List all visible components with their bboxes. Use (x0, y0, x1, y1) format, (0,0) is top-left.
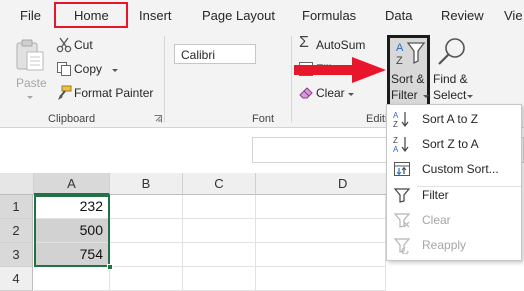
dialog-launcher-icon[interactable] (154, 115, 162, 123)
tab-insert[interactable]: Insert (139, 8, 172, 23)
scissors-icon (56, 37, 72, 53)
svg-text:A: A (393, 145, 399, 153)
menu-item-custom-sort[interactable]: Custom Sort... (387, 157, 521, 181)
cut-button[interactable]: Cut (54, 36, 114, 54)
paste-icon (16, 39, 44, 71)
menu-item-reapply: Reapply (387, 233, 521, 257)
clear-dropdown-icon (348, 93, 354, 96)
clear-label: Clear (316, 86, 345, 100)
column-header-a[interactable]: A (34, 173, 110, 195)
format-painter-button[interactable]: Format Painter (54, 84, 158, 102)
row-header-2[interactable]: 2 (0, 219, 33, 243)
eraser-icon (299, 87, 313, 99)
font-name-combobox[interactable]: Calibri (174, 44, 256, 64)
cell-c2[interactable] (183, 219, 256, 243)
row-header-1[interactable]: 1 (0, 195, 33, 219)
menu-item-label: Reapply (422, 238, 467, 252)
sort-filter-icon: A Z (396, 42, 426, 67)
filter-icon (393, 188, 411, 203)
format-painter-label: Format Painter (74, 86, 154, 100)
menu-bar: File Home Insert Page Layout Formulas Da… (0, 0, 524, 30)
cut-label: Cut (74, 38, 93, 52)
svg-text:Z: Z (393, 120, 398, 128)
cell-b2[interactable] (110, 219, 183, 243)
fill-handle[interactable] (107, 264, 113, 270)
menu-item-label: Sort A to Z (422, 112, 479, 126)
row-header-3[interactable]: 3 (0, 243, 33, 267)
cell-d3[interactable] (256, 243, 386, 267)
sort-z-to-a-icon: Z A (393, 136, 409, 153)
copy-dropdown-icon[interactable] (112, 69, 118, 72)
cell-b4[interactable] (110, 267, 183, 291)
sort-a-to-z-icon: A Z (393, 111, 409, 128)
cell-d2[interactable] (256, 219, 386, 243)
editing-group-label: Editi (366, 113, 388, 125)
copy-label: Copy (74, 62, 103, 76)
group-separator (164, 36, 165, 122)
tab-page-layout[interactable]: Page Layout (202, 8, 275, 23)
sort-filter-label-line1: Sort & (391, 72, 425, 86)
clear-button[interactable]: Clear (296, 84, 356, 102)
menu-item-label: Sort Z to A (422, 137, 479, 151)
reapply-icon (393, 238, 411, 254)
menu-item-clear: Clear (387, 208, 521, 232)
tab-formulas[interactable]: Formulas (302, 8, 356, 23)
paste-dropdown-icon (27, 96, 33, 99)
clear-filter-icon (393, 213, 411, 228)
custom-sort-icon (394, 162, 410, 176)
sort-filter-label-line2: Filter (391, 88, 418, 102)
find-select-label-line1: Find & (433, 72, 468, 86)
menu-item-label: Custom Sort... (422, 162, 499, 176)
cell-b3[interactable] (110, 243, 183, 267)
sort-filter-dropdown-icon (423, 95, 429, 98)
sigma-icon: Σ (299, 34, 309, 51)
menu-item-sort-a-to-z[interactable]: A Z Sort A to Z (387, 107, 521, 131)
cell-b1[interactable] (110, 195, 183, 219)
svg-text:Z: Z (396, 55, 403, 67)
column-header-b[interactable]: B (110, 173, 183, 195)
autosum-label: AutoSum (316, 38, 366, 52)
paste-label: Paste (16, 76, 47, 90)
magnifier-icon (438, 38, 465, 65)
find-select-dropdown-icon (467, 95, 473, 98)
column-header-c[interactable]: C (183, 173, 256, 195)
svg-text:Z: Z (393, 136, 398, 145)
selection-range (34, 195, 110, 267)
select-all-corner[interactable] (0, 173, 34, 195)
paste-button[interactable]: Paste (8, 36, 52, 99)
autosum-button[interactable]: Σ AutoSum (296, 34, 376, 54)
font-group-label: Font (252, 113, 275, 125)
menu-item-label: Filter (422, 188, 449, 202)
cell-d1[interactable] (256, 195, 386, 219)
paintbrush-icon (58, 85, 72, 100)
cell-c3[interactable] (183, 243, 256, 267)
cell-a4[interactable] (34, 267, 110, 291)
tab-data[interactable]: Data (385, 8, 412, 23)
find-select-label-line2: Select (433, 88, 467, 102)
column-header-d-area[interactable]: D (256, 173, 386, 195)
menu-item-sort-z-to-a[interactable]: Z A Sort Z to A (387, 132, 521, 156)
svg-text:A: A (393, 111, 399, 120)
tab-file[interactable]: File (20, 8, 41, 23)
clipboard-group-label: Clipboard (48, 113, 96, 125)
svg-text:A: A (396, 42, 404, 54)
copy-button[interactable]: Copy (54, 60, 124, 78)
find-select-button[interactable]: Find & Select (431, 35, 475, 107)
callout-arrow-icon (294, 57, 386, 83)
sort-filter-button[interactable]: A Z Sort & Filter (387, 35, 430, 107)
cell-d4[interactable] (256, 267, 386, 291)
menu-item-filter[interactable]: Filter (387, 183, 521, 207)
tab-home-highlight (54, 2, 128, 28)
menu-item-label: Clear (422, 213, 451, 227)
font-name-value: Calibri (181, 48, 216, 62)
tab-review[interactable]: Review (441, 8, 484, 23)
column-header-d: D (338, 176, 348, 191)
row-header-4[interactable]: 4 (0, 267, 33, 291)
sort-filter-menu: A Z Sort A to Z Z A Sort Z to A Custom S… (386, 104, 522, 261)
copy-icon (57, 62, 71, 76)
cell-c1[interactable] (183, 195, 256, 219)
cell-c4[interactable] (183, 267, 256, 291)
tab-view[interactable]: Vie (504, 8, 523, 23)
